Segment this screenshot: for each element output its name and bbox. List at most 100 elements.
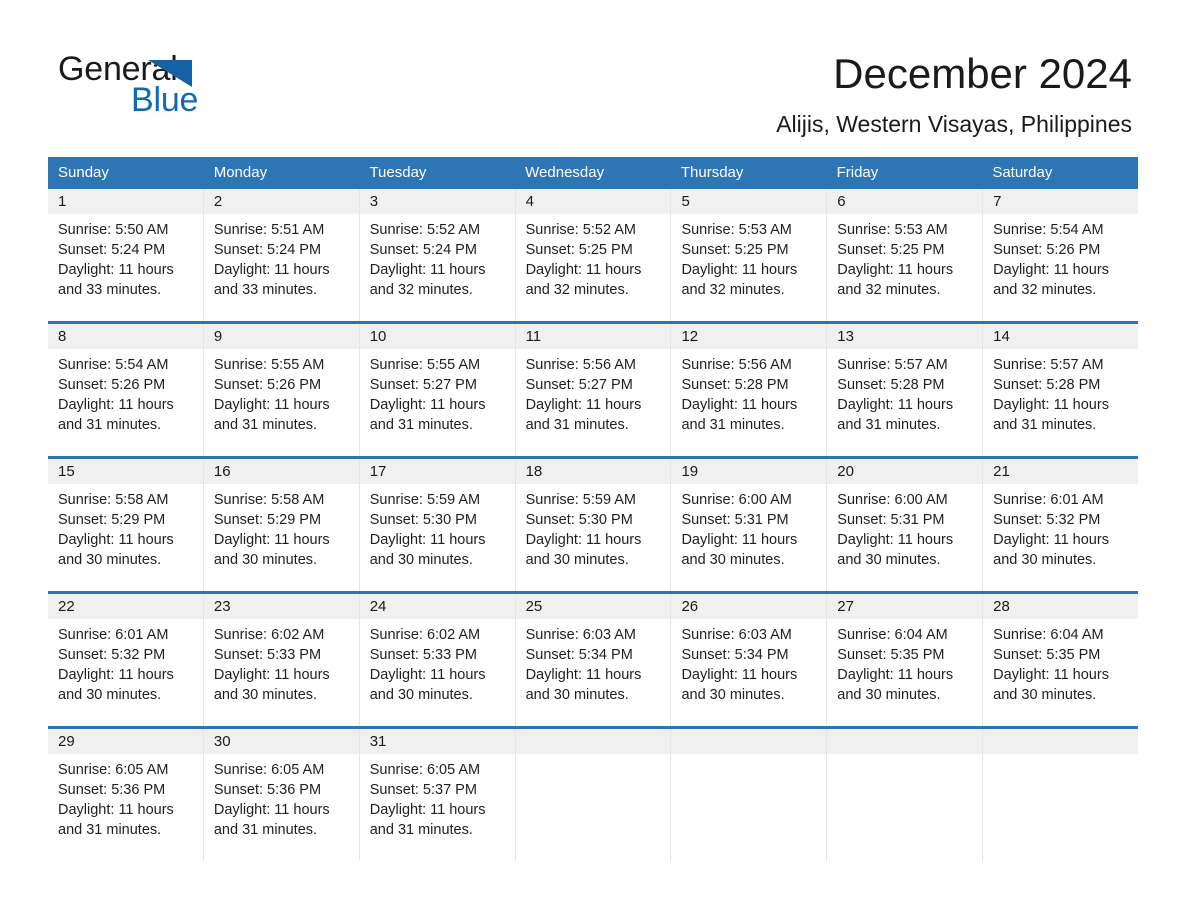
title-block: December 2024 Alijis, Western Visayas, P…	[776, 50, 1132, 138]
weekday-header-tuesday: Tuesday	[369, 164, 427, 181]
day-cell[interactable]: 12 Sunrise: 5:56 AM Sunset: 5:28 PM Dayl…	[671, 324, 828, 456]
day-cell[interactable]: 10 Sunrise: 5:55 AM Sunset: 5:27 PM Dayl…	[359, 324, 516, 456]
day-cell[interactable]: 30 Sunrise: 6:05 AM Sunset: 5:36 PM Dayl…	[203, 729, 360, 861]
day-cell[interactable]: 8 Sunrise: 5:54 AM Sunset: 5:26 PM Dayli…	[48, 324, 204, 456]
day-cell[interactable]: 20 Sunrise: 6:00 AM Sunset: 5:31 PM Dayl…	[827, 459, 984, 591]
day-cell[interactable]: 4 Sunrise: 5:52 AM Sunset: 5:25 PM Dayli…	[515, 189, 672, 321]
sunset-text: Sunset: 5:24 PM	[369, 242, 477, 258]
masthead: General Blue December 2024 Alijis, Weste…	[0, 0, 1188, 150]
day-cell[interactable]: 25 Sunrise: 6:03 AM Sunset: 5:34 PM Dayl…	[515, 594, 672, 726]
day-number: 1	[48, 189, 203, 214]
daylight-text: Daylight: 11 hours and 31 minutes.	[369, 802, 486, 838]
day-cell[interactable]: 5 Sunrise: 5:53 AM Sunset: 5:25 PM Dayli…	[671, 189, 828, 321]
day-number: 25	[515, 594, 671, 619]
day-number: 18	[515, 459, 671, 484]
sunset-text: Sunset: 5:35 PM	[993, 647, 1101, 663]
day-number: 14	[983, 324, 1139, 349]
sunset-text: Sunset: 5:36 PM	[58, 782, 166, 798]
day-cell[interactable]: 27 Sunrise: 6:04 AM Sunset: 5:35 PM Dayl…	[827, 594, 984, 726]
day-cell[interactable]: 23 Sunrise: 6:02 AM Sunset: 5:33 PM Dayl…	[203, 594, 360, 726]
day-cell[interactable]: 19 Sunrise: 6:00 AM Sunset: 5:31 PM Dayl…	[671, 459, 828, 591]
week-row: 29 Sunrise: 6:05 AM Sunset: 5:36 PM Dayl…	[48, 726, 1139, 861]
day-number: 19	[671, 459, 827, 484]
daylight-text: Daylight: 11 hours and 30 minutes.	[681, 532, 798, 568]
sunrise-text: Sunrise: 5:53 AM	[681, 222, 792, 238]
day-number: 10	[359, 324, 515, 349]
week-row: 22 Sunrise: 6:01 AM Sunset: 5:32 PM Dayl…	[48, 591, 1139, 726]
day-cell[interactable]: 31 Sunrise: 6:05 AM Sunset: 5:37 PM Dayl…	[359, 729, 516, 861]
day-cell[interactable]: 16 Sunrise: 5:58 AM Sunset: 5:29 PM Dayl…	[203, 459, 360, 591]
day-details: Sunrise: 5:53 AM Sunset: 5:25 PM Dayligh…	[671, 214, 826, 300]
day-cell[interactable]: 13 Sunrise: 5:57 AM Sunset: 5:28 PM Dayl…	[827, 324, 984, 456]
sunrise-text: Sunrise: 5:55 AM	[213, 357, 325, 373]
day-details: Sunrise: 5:56 AM Sunset: 5:28 PM Dayligh…	[671, 349, 826, 435]
day-number: 17	[359, 459, 515, 484]
sunset-text: Sunset: 5:32 PM	[993, 512, 1101, 528]
sunrise-text: Sunrise: 5:54 AM	[993, 222, 1104, 238]
day-cell[interactable]: 3 Sunrise: 5:52 AM Sunset: 5:24 PM Dayli…	[359, 189, 516, 321]
sunrise-text: Sunrise: 6:00 AM	[837, 492, 948, 508]
day-details: Sunrise: 6:01 AM Sunset: 5:32 PM Dayligh…	[983, 484, 1138, 570]
day-number: 16	[203, 459, 359, 484]
logo-text-blue: Blue	[131, 81, 199, 119]
day-details: Sunrise: 5:57 AM Sunset: 5:28 PM Dayligh…	[827, 349, 982, 435]
sunset-text: Sunset: 5:37 PM	[369, 782, 477, 798]
day-details: Sunrise: 6:04 AM Sunset: 5:35 PM Dayligh…	[983, 619, 1138, 705]
day-cell[interactable]: 28 Sunrise: 6:04 AM Sunset: 5:35 PM Dayl…	[983, 594, 1139, 726]
day-cell[interactable]: 7 Sunrise: 5:54 AM Sunset: 5:26 PM Dayli…	[983, 189, 1139, 321]
day-details: Sunrise: 6:04 AM Sunset: 5:35 PM Dayligh…	[827, 619, 982, 705]
day-cell[interactable]: 22 Sunrise: 6:01 AM Sunset: 5:32 PM Dayl…	[48, 594, 204, 726]
daylight-text: Daylight: 11 hours and 30 minutes.	[993, 667, 1109, 703]
day-cell[interactable]: 26 Sunrise: 6:03 AM Sunset: 5:34 PM Dayl…	[671, 594, 828, 726]
day-cell[interactable]: 11 Sunrise: 5:56 AM Sunset: 5:27 PM Dayl…	[515, 324, 672, 456]
day-details: Sunrise: 5:57 AM Sunset: 5:28 PM Dayligh…	[983, 349, 1138, 435]
day-cell[interactable]: 17 Sunrise: 5:59 AM Sunset: 5:30 PM Dayl…	[359, 459, 516, 591]
sunrise-text: Sunrise: 6:02 AM	[213, 627, 325, 643]
day-details: Sunrise: 5:58 AM Sunset: 5:29 PM Dayligh…	[48, 484, 203, 570]
day-cell[interactable]: 18 Sunrise: 5:59 AM Sunset: 5:30 PM Dayl…	[515, 459, 672, 591]
day-cell[interactable]: 21 Sunrise: 6:01 AM Sunset: 5:32 PM Dayl…	[983, 459, 1139, 591]
day-number: 7	[983, 189, 1139, 214]
day-details: Sunrise: 6:02 AM Sunset: 5:33 PM Dayligh…	[360, 619, 515, 705]
day-details: Sunrise: 6:01 AM Sunset: 5:32 PM Dayligh…	[48, 619, 203, 705]
daylight-text: Daylight: 11 hours and 30 minutes.	[58, 667, 174, 703]
sunset-text: Sunset: 5:30 PM	[369, 512, 477, 528]
daylight-text: Daylight: 11 hours and 30 minutes.	[993, 532, 1109, 568]
day-cell[interactable]: 24 Sunrise: 6:02 AM Sunset: 5:33 PM Dayl…	[359, 594, 516, 726]
week-row: 1 Sunrise: 5:50 AM Sunset: 5:24 PM Dayli…	[48, 189, 1139, 321]
day-cell[interactable]: 14 Sunrise: 5:57 AM Sunset: 5:28 PM Dayl…	[983, 324, 1139, 456]
day-cell[interactable]: 29 Sunrise: 6:05 AM Sunset: 5:36 PM Dayl…	[48, 729, 204, 861]
day-number	[515, 729, 671, 754]
daylight-text: Daylight: 11 hours and 32 minutes.	[681, 262, 798, 298]
day-details: Sunrise: 5:55 AM Sunset: 5:27 PM Dayligh…	[360, 349, 515, 435]
day-cell[interactable]: 6 Sunrise: 5:53 AM Sunset: 5:25 PM Dayli…	[827, 189, 984, 321]
day-cell[interactable]: 1 Sunrise: 5:50 AM Sunset: 5:24 PM Dayli…	[48, 189, 204, 321]
sunrise-text: Sunrise: 6:05 AM	[58, 762, 169, 778]
day-number: 24	[359, 594, 515, 619]
sunset-text: Sunset: 5:27 PM	[525, 377, 633, 393]
day-cell[interactable]: 2 Sunrise: 5:51 AM Sunset: 5:24 PM Dayli…	[203, 189, 360, 321]
day-number	[827, 729, 983, 754]
sunset-text: Sunset: 5:24 PM	[213, 242, 322, 258]
daylight-text: Daylight: 11 hours and 32 minutes.	[369, 262, 486, 298]
sunrise-text: Sunrise: 6:04 AM	[993, 627, 1104, 643]
sunset-text: Sunset: 5:29 PM	[213, 512, 322, 528]
generalblue-logo[interactable]: General Blue	[58, 52, 378, 128]
sunset-text: Sunset: 5:35 PM	[837, 647, 945, 663]
day-number: 27	[827, 594, 983, 619]
daylight-text: Daylight: 11 hours and 30 minutes.	[213, 667, 330, 703]
daylight-text: Daylight: 11 hours and 32 minutes.	[993, 262, 1109, 298]
page-title: December 2024	[833, 50, 1132, 97]
daylight-text: Daylight: 11 hours and 31 minutes.	[837, 397, 954, 433]
day-number: 22	[48, 594, 203, 619]
sunrise-text: Sunrise: 6:05 AM	[213, 762, 325, 778]
sunset-text: Sunset: 5:34 PM	[525, 647, 633, 663]
day-cell-empty	[827, 729, 984, 861]
day-cell[interactable]: 9 Sunrise: 5:55 AM Sunset: 5:26 PM Dayli…	[203, 324, 360, 456]
sunset-text: Sunset: 5:26 PM	[58, 377, 166, 393]
day-details: Sunrise: 6:03 AM Sunset: 5:34 PM Dayligh…	[671, 619, 826, 705]
day-cell[interactable]: 15 Sunrise: 5:58 AM Sunset: 5:29 PM Dayl…	[48, 459, 204, 591]
sunset-text: Sunset: 5:25 PM	[837, 242, 945, 258]
day-details: Sunrise: 5:56 AM Sunset: 5:27 PM Dayligh…	[516, 349, 671, 435]
sunset-text: Sunset: 5:25 PM	[525, 242, 633, 258]
